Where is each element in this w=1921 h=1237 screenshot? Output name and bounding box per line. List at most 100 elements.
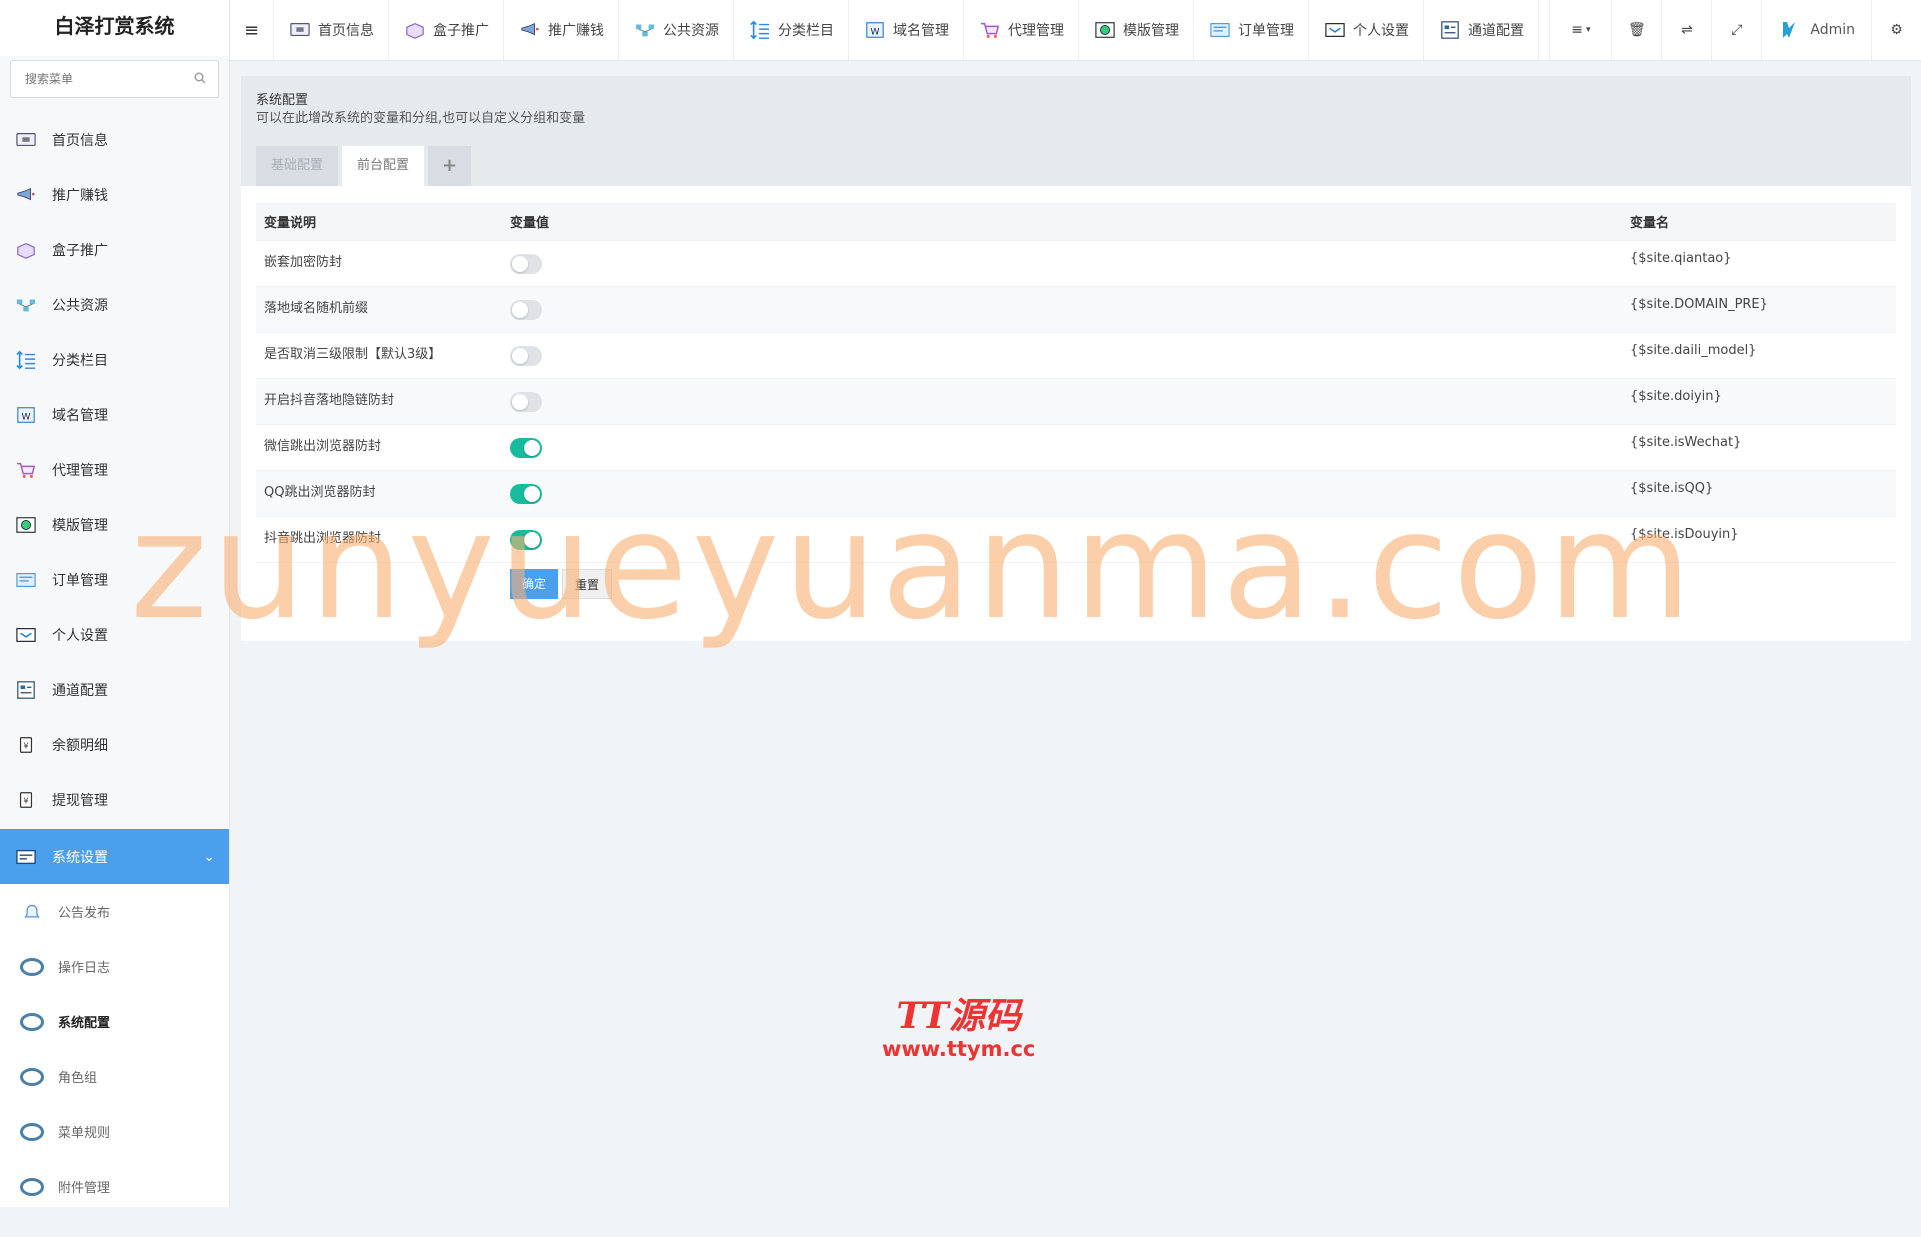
sidebar-footer-gap [0,1207,230,1237]
user-name: Admin [1810,22,1855,38]
template-icon [1093,20,1117,40]
variable-value-cell [502,483,1622,504]
toggle-switch[interactable] [510,529,542,550]
table-header: 变量说明 变量值 变量名 [256,203,1896,241]
toggle-switch[interactable] [510,253,542,274]
variable-name: {$site.DOMAIN_PRE} [1630,297,1768,312]
menu-search-input[interactable] [11,61,218,97]
sidebar-item[interactable]: 订单管理 [0,552,229,607]
variable-name: {$site.isWechat} [1630,435,1742,450]
domain-icon: W [863,20,887,40]
nav-tab[interactable]: 首页信息 [274,0,389,60]
toggle-switch[interactable] [510,437,542,458]
nav-tab[interactable]: 公共资源 [619,0,734,60]
clear-cache-icon[interactable]: 🗑 [1611,0,1661,60]
toggle-switch[interactable] [510,345,542,366]
variable-description: 开启抖音落地隐链防封 [264,393,395,408]
column-header-description: 变量说明 [264,216,317,231]
submenu-item-label: 角色组 [58,1071,98,1086]
nav-tab[interactable]: 通道配置 [1424,0,1539,60]
channel-icon [1438,20,1462,40]
variable-description: 抖音跳出浏览器防封 [264,531,382,546]
nav-tab[interactable]: 订单管理 [1194,0,1309,60]
nav-tab[interactable]: 模版管理 [1079,0,1194,60]
toggle-switch[interactable] [510,299,542,320]
confirm-button[interactable]: 确定 [510,569,559,599]
variable-description: 嵌套加密防封 [264,255,343,270]
nav-tab[interactable]: 分类栏目 [734,0,849,60]
submenu-item[interactable]: 系统配置 [0,994,229,1049]
sidebar-item-label: 分类栏目 [52,352,108,369]
sidebar-item[interactable]: 个人设置 [0,607,229,662]
nav-tab[interactable]: 代理管理 [964,0,1079,60]
nav-tab[interactable]: W 域名管理 [849,0,964,60]
sidebar-item[interactable]: 首页信息 [0,112,229,167]
table-row: 落地域名随机前缀 {$site.DOMAIN_PRE} [256,287,1896,333]
table-row: 微信跳出浏览器防封 {$site.isWechat} [256,425,1896,471]
nav-more-dropdown-icon[interactable]: ≡ ▾ [1549,0,1611,60]
circle-icon [20,957,44,976]
toggle-switch[interactable] [510,391,542,412]
reset-button[interactable]: 重置 [562,569,613,599]
cart-icon [14,460,38,480]
order-icon [1208,20,1232,40]
variable-value-cell [502,391,1622,412]
submenu-item[interactable]: 菜单规则 [0,1104,229,1159]
sidebar-item[interactable]: 模版管理 [0,497,229,552]
profile-icon [1323,20,1347,40]
sidebar-item[interactable]: W 域名管理 [0,387,229,442]
sidebar-item[interactable]: ¥ 提现管理 [0,772,229,827]
sidebar-item-label: 系统设置 [52,849,108,866]
nav-tab[interactable]: 个人设置 [1309,0,1424,60]
tab-basic-config[interactable]: 基础配置 [256,146,339,186]
sidebar-item[interactable]: 通道配置 [0,662,229,717]
chevron-down-icon: ⌄ [203,848,215,865]
variable-value-cell [502,437,1622,458]
circle-icon [20,1012,44,1031]
svg-text:¥: ¥ [23,795,28,805]
fullscreen-icon[interactable]: ⤢ [1711,0,1761,60]
table-row: 抖音跳出浏览器防封 {$site.isDouyin} [256,517,1896,563]
stamp-line2: www.ttym.cc [882,1037,1036,1061]
search-icon[interactable] [194,72,206,84]
circle-icon [20,1067,44,1086]
variable-name: {$site.qiantao} [1630,251,1732,266]
config-tabs: 基础配置 前台配置 + [256,146,475,186]
variable-description: 是否取消三级限制【默认3级】 [264,347,442,362]
sidebar-item-label: 域名管理 [52,407,108,424]
sidebar-item[interactable]: 分类栏目 [0,332,229,387]
nav-tab[interactable]: 推广赚钱 [504,0,619,60]
submenu-item[interactable]: 操作日志 [0,939,229,994]
svg-text:W: W [22,412,31,422]
sidebar-item[interactable]: 推广赚钱 [0,167,229,222]
submenu-item[interactable]: 公告发布 [0,884,229,939]
sidebar-item[interactable]: 公共资源 [0,277,229,332]
sidebar-item-system-settings[interactable]: 系统设置 ⌄ [0,829,229,884]
sidebar-item-label: 余额明细 [52,737,108,754]
add-tab-button[interactable]: + [428,146,472,186]
submenu-item[interactable]: 附件管理 [0,1159,229,1214]
submenu-item[interactable]: 角色组 [0,1049,229,1104]
svg-text:W: W [871,28,880,38]
variable-name: {$site.isQQ} [1630,481,1714,496]
stamp-line1: TT源码 [896,995,1021,1037]
sidebar-item-label: 个人设置 [52,627,108,644]
user-menu[interactable]: Admin [1761,0,1871,60]
nav-tab[interactable]: 盒子推广 [389,0,504,60]
sidebar-item[interactable]: 代理管理 [0,442,229,497]
network-icon [14,295,38,315]
sidebar-item-label: 通道配置 [52,682,108,699]
sidebar-item[interactable]: ¥ 余额明细 [0,717,229,772]
computer-icon [288,20,312,40]
gear-icon[interactable]: ⚙ [1871,0,1921,60]
tab-frontend-config[interactable]: 前台配置 [342,146,425,186]
variable-description: 微信跳出浏览器防封 [264,439,382,454]
box-icon [403,20,427,40]
network-icon [633,20,657,40]
sidebar-item[interactable]: 盒子推广 [0,222,229,277]
menu-toggle-icon[interactable]: ≡ [230,0,274,60]
sidebar-item-label: 代理管理 [52,462,108,479]
toggle-switch[interactable] [510,483,542,504]
translate-icon[interactable]: ⇌ [1661,0,1711,60]
variable-description: 落地域名随机前缀 [264,301,369,316]
